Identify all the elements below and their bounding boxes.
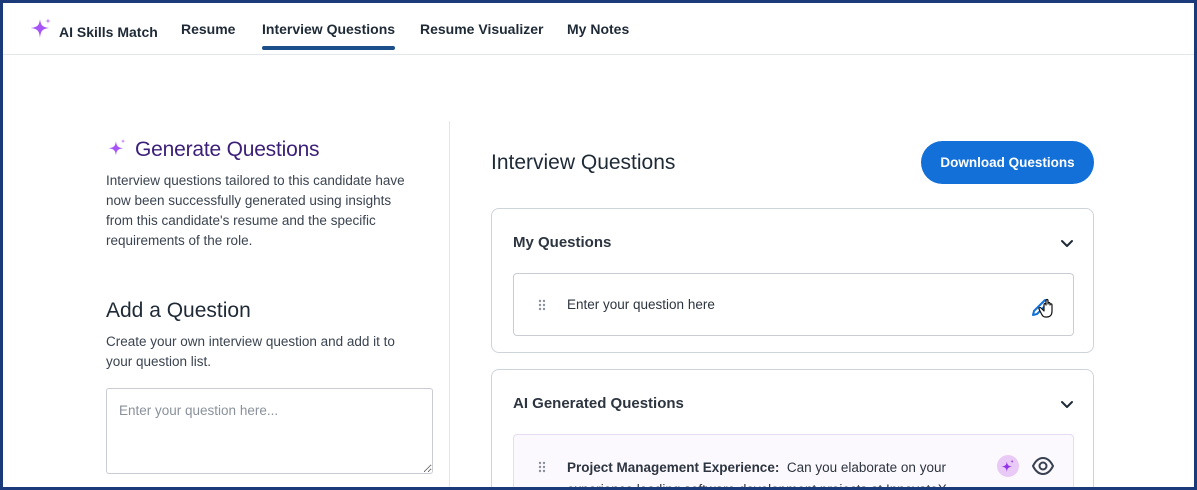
brand[interactable]: AI Skills Match [29, 17, 158, 46]
ai-questions-title[interactable]: AI Generated Questions [513, 395, 684, 412]
list-item: Enter your question here [513, 273, 1074, 336]
question-text: Project Management Experience: Can you e… [567, 457, 987, 487]
chevron-down-icon[interactable] [1059, 396, 1075, 412]
tab-resume-visualizer[interactable]: Resume Visualizer [420, 21, 543, 37]
add-question-title: Add a Question [106, 299, 251, 322]
drag-handle-icon[interactable] [538, 460, 546, 473]
my-questions-title[interactable]: My Questions [513, 234, 611, 251]
brand-name: AI Skills Match [59, 23, 158, 40]
list-item: Project Management Experience: Can you e… [513, 434, 1074, 487]
pencil-icon[interactable] [1027, 290, 1061, 320]
drag-handle-icon[interactable] [538, 298, 546, 311]
sparkle-icon [29, 17, 53, 46]
question-text: Enter your question here [567, 297, 715, 312]
ai-questions-card: AI Generated Questions Project Managemen… [491, 369, 1094, 487]
generate-title: Generate Questions [135, 138, 320, 161]
chevron-down-icon[interactable] [1059, 235, 1075, 251]
sparkle-icon [108, 138, 127, 162]
eye-icon[interactable] [1031, 455, 1055, 477]
download-questions-button[interactable]: Download Questions [921, 141, 1094, 184]
generate-description: Interview questions tailored to this can… [106, 173, 405, 248]
app-frame: AI Skills Match Resume Interview Questio… [0, 0, 1197, 490]
interview-questions-title: Interview Questions [491, 151, 676, 174]
my-questions-card: My Questions Enter your question here [491, 208, 1094, 353]
tab-interview-questions[interactable]: Interview Questions [262, 21, 396, 50]
top-nav: AI Skills Match Resume Interview Questio… [3, 3, 1194, 55]
tab-resume[interactable]: Resume [181, 21, 235, 37]
tab-my-notes[interactable]: My Notes [567, 21, 629, 37]
generate-header: Generate Questions [108, 138, 320, 162]
add-question-description: Create your own interview question and a… [106, 334, 395, 369]
question-textarea[interactable] [106, 388, 433, 474]
sparkle-icon [997, 455, 1019, 477]
column-divider [449, 121, 450, 487]
question-heading: Project Management Experience: [567, 460, 780, 475]
